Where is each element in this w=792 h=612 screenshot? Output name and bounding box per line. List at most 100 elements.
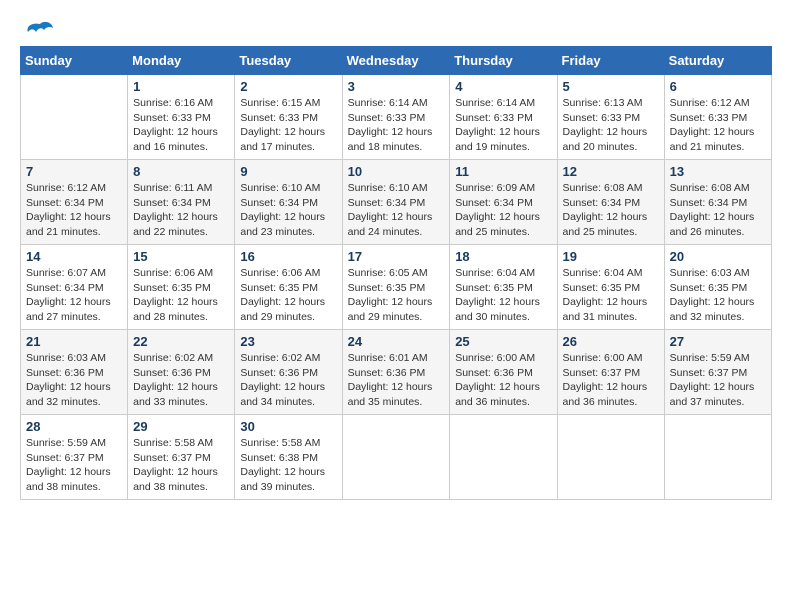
day-info: Sunrise: 5:59 AMSunset: 6:37 PMDaylight:… (26, 436, 122, 495)
calendar-cell: 24 Sunrise: 6:01 AMSunset: 6:36 PMDayligh… (342, 330, 450, 415)
calendar-cell (21, 75, 128, 160)
week-row-1: 1Sunrise: 6:16 AMSunset: 6:33 PMDaylight… (21, 75, 772, 160)
calendar-cell: 7 Sunrise: 6:12 AMSunset: 6:34 PMDaylight… (21, 160, 128, 245)
calendar-cell: 3 Sunrise: 6:14 AMSunset: 6:33 PMDaylight… (342, 75, 450, 160)
week-row-3: 14 Sunrise: 6:07 AMSunset: 6:34 PMDayligh… (21, 245, 772, 330)
calendar-cell: 6 Sunrise: 6:12 AMSunset: 6:33 PMDaylight… (664, 75, 771, 160)
weekday-header-monday: Monday (128, 47, 235, 75)
day-number: 22 (133, 334, 229, 349)
day-number: 5 (563, 79, 659, 94)
day-info: Sunrise: 6:06 AMSunset: 6:35 PMDaylight:… (133, 266, 229, 325)
day-info: Sunrise: 6:10 AMSunset: 6:34 PMDaylight:… (348, 181, 445, 240)
calendar-cell: 26 Sunrise: 6:00 AMSunset: 6:37 PMDayligh… (557, 330, 664, 415)
calendar-cell (557, 415, 664, 500)
calendar-cell: 29 Sunrise: 5:58 AMSunset: 6:37 PMDayligh… (128, 415, 235, 500)
day-number: 14 (26, 249, 122, 264)
calendar-cell: 1Sunrise: 6:16 AMSunset: 6:33 PMDaylight… (128, 75, 235, 160)
calendar-cell (664, 415, 771, 500)
logo (20, 20, 54, 38)
weekday-header-friday: Friday (557, 47, 664, 75)
logo-bird-icon (26, 20, 54, 38)
day-number: 8 (133, 164, 229, 179)
calendar-cell: 30 Sunrise: 5:58 AMSunset: 6:38 PMDayligh… (235, 415, 342, 500)
day-info: Sunrise: 6:01 AMSunset: 6:36 PMDaylight:… (348, 351, 445, 410)
day-info: Sunrise: 6:14 AMSunset: 6:33 PMDaylight:… (455, 96, 551, 155)
calendar-cell: 8Sunrise: 6:11 AMSunset: 6:34 PMDaylight… (128, 160, 235, 245)
day-number: 19 (563, 249, 659, 264)
calendar-cell: 14 Sunrise: 6:07 AMSunset: 6:34 PMDayligh… (21, 245, 128, 330)
day-number: 3 (348, 79, 445, 94)
day-number: 27 (670, 334, 766, 349)
calendar-cell: 12 Sunrise: 6:08 AMSunset: 6:34 PMDayligh… (557, 160, 664, 245)
week-row-5: 28 Sunrise: 5:59 AMSunset: 6:37 PMDayligh… (21, 415, 772, 500)
day-info: Sunrise: 6:12 AMSunset: 6:33 PMDaylight:… (670, 96, 766, 155)
day-info: Sunrise: 6:05 AMSunset: 6:35 PMDaylight:… (348, 266, 445, 325)
day-number: 24 (348, 334, 445, 349)
week-row-4: 21Sunrise: 6:03 AMSunset: 6:36 PMDayligh… (21, 330, 772, 415)
day-number: 13 (670, 164, 766, 179)
day-number: 11 (455, 164, 551, 179)
day-info: Sunrise: 6:06 AMSunset: 6:35 PMDaylight:… (240, 266, 336, 325)
header-row: SundayMondayTuesdayWednesdayThursdayFrid… (21, 47, 772, 75)
day-number: 1 (133, 79, 229, 94)
calendar-table: SundayMondayTuesdayWednesdayThursdayFrid… (20, 46, 772, 500)
day-number: 20 (670, 249, 766, 264)
calendar-cell (450, 415, 557, 500)
day-info: Sunrise: 6:08 AMSunset: 6:34 PMDaylight:… (563, 181, 659, 240)
weekday-header-sunday: Sunday (21, 47, 128, 75)
day-number: 18 (455, 249, 551, 264)
day-info: Sunrise: 6:04 AMSunset: 6:35 PMDaylight:… (563, 266, 659, 325)
calendar-cell: 9 Sunrise: 6:10 AMSunset: 6:34 PMDaylight… (235, 160, 342, 245)
calendar-cell: 20 Sunrise: 6:03 AMSunset: 6:35 PMDayligh… (664, 245, 771, 330)
calendar-cell: 18 Sunrise: 6:04 AMSunset: 6:35 PMDayligh… (450, 245, 557, 330)
day-number: 12 (563, 164, 659, 179)
calendar-cell (342, 415, 450, 500)
day-info: Sunrise: 6:04 AMSunset: 6:35 PMDaylight:… (455, 266, 551, 325)
weekday-header-tuesday: Tuesday (235, 47, 342, 75)
day-number: 29 (133, 419, 229, 434)
calendar-cell: 4Sunrise: 6:14 AMSunset: 6:33 PMDaylight… (450, 75, 557, 160)
day-info: Sunrise: 6:02 AMSunset: 6:36 PMDaylight:… (133, 351, 229, 410)
day-info: Sunrise: 6:14 AMSunset: 6:33 PMDaylight:… (348, 96, 445, 155)
calendar-cell: 13 Sunrise: 6:08 AMSunset: 6:34 PMDayligh… (664, 160, 771, 245)
weekday-header-saturday: Saturday (664, 47, 771, 75)
day-number: 25 (455, 334, 551, 349)
day-number: 16 (240, 249, 336, 264)
day-number: 2 (240, 79, 336, 94)
calendar-cell: 2 Sunrise: 6:15 AMSunset: 6:33 PMDaylight… (235, 75, 342, 160)
page-header (20, 20, 772, 38)
day-info: Sunrise: 6:08 AMSunset: 6:34 PMDaylight:… (670, 181, 766, 240)
day-info: Sunrise: 5:59 AMSunset: 6:37 PMDaylight:… (670, 351, 766, 410)
day-number: 23 (240, 334, 336, 349)
day-number: 7 (26, 164, 122, 179)
calendar-cell: 28 Sunrise: 5:59 AMSunset: 6:37 PMDayligh… (21, 415, 128, 500)
calendar-cell: 17 Sunrise: 6:05 AMSunset: 6:35 PMDayligh… (342, 245, 450, 330)
calendar-cell: 22 Sunrise: 6:02 AMSunset: 6:36 PMDayligh… (128, 330, 235, 415)
day-number: 21 (26, 334, 122, 349)
calendar-cell: 11Sunrise: 6:09 AMSunset: 6:34 PMDayligh… (450, 160, 557, 245)
day-number: 9 (240, 164, 336, 179)
day-info: Sunrise: 6:03 AMSunset: 6:35 PMDaylight:… (670, 266, 766, 325)
day-number: 6 (670, 79, 766, 94)
calendar-cell: 16 Sunrise: 6:06 AMSunset: 6:35 PMDayligh… (235, 245, 342, 330)
day-number: 28 (26, 419, 122, 434)
day-info: Sunrise: 6:00 AMSunset: 6:37 PMDaylight:… (563, 351, 659, 410)
day-number: 10 (348, 164, 445, 179)
day-info: Sunrise: 6:10 AMSunset: 6:34 PMDaylight:… (240, 181, 336, 240)
calendar-cell: 27 Sunrise: 5:59 AMSunset: 6:37 PMDayligh… (664, 330, 771, 415)
day-info: Sunrise: 6:07 AMSunset: 6:34 PMDaylight:… (26, 266, 122, 325)
calendar-cell: 21Sunrise: 6:03 AMSunset: 6:36 PMDayligh… (21, 330, 128, 415)
day-info: Sunrise: 6:15 AMSunset: 6:33 PMDaylight:… (240, 96, 336, 155)
day-number: 26 (563, 334, 659, 349)
calendar-cell: 5 Sunrise: 6:13 AMSunset: 6:33 PMDaylight… (557, 75, 664, 160)
day-info: Sunrise: 6:00 AMSunset: 6:36 PMDaylight:… (455, 351, 551, 410)
calendar-cell: 19 Sunrise: 6:04 AMSunset: 6:35 PMDayligh… (557, 245, 664, 330)
day-info: Sunrise: 6:12 AMSunset: 6:34 PMDaylight:… (26, 181, 122, 240)
day-number: 30 (240, 419, 336, 434)
day-info: Sunrise: 6:13 AMSunset: 6:33 PMDaylight:… (563, 96, 659, 155)
day-info: Sunrise: 5:58 AMSunset: 6:37 PMDaylight:… (133, 436, 229, 495)
weekday-header-wednesday: Wednesday (342, 47, 450, 75)
day-number: 17 (348, 249, 445, 264)
day-info: Sunrise: 5:58 AMSunset: 6:38 PMDaylight:… (240, 436, 336, 495)
week-row-2: 7 Sunrise: 6:12 AMSunset: 6:34 PMDaylight… (21, 160, 772, 245)
